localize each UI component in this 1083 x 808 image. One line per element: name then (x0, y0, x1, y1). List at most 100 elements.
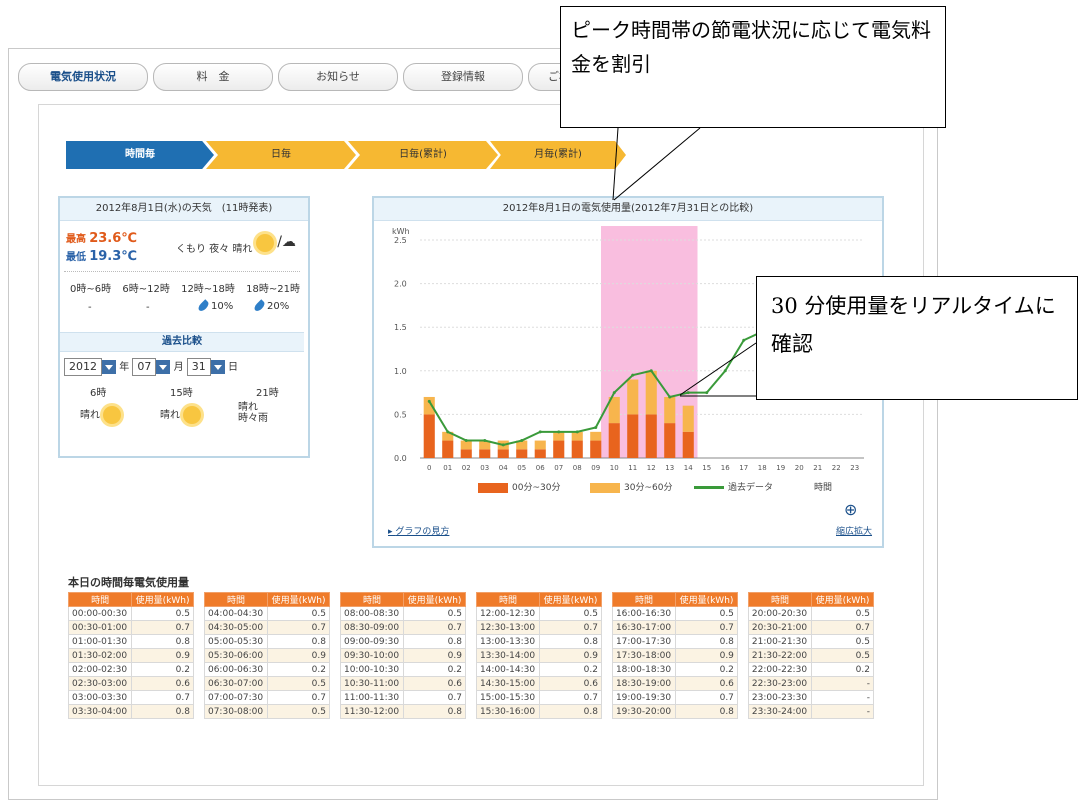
y-tick-label: 0.5 (394, 410, 407, 419)
past-data-point (742, 338, 746, 342)
legend-item-0: 00分~30分 (478, 480, 560, 493)
usage-cell: 0.5 (811, 634, 874, 649)
x-tick-label: 0 (427, 464, 431, 472)
column-gap (193, 690, 205, 705)
bar-00-30 (460, 449, 472, 458)
month-dropdown-icon[interactable] (156, 360, 171, 374)
time-cell: 09:00-09:30 (339, 634, 405, 649)
tab-notices[interactable]: お知らせ (278, 63, 398, 91)
time-cell: 05:00-05:30 (203, 634, 269, 649)
column-gap (465, 592, 477, 607)
column-gap (601, 690, 613, 705)
time-cell: 12:30-13:00 (475, 620, 541, 635)
x-tick-label: 17 (739, 464, 748, 472)
column-gap (193, 634, 205, 649)
x-tick-label: 02 (462, 464, 471, 472)
period-steps: 時間毎 日毎 日毎(累計) 月毎(累計) (66, 141, 626, 169)
month-select[interactable]: 07 (132, 358, 157, 376)
step-monthly-cumulative[interactable]: 月毎(累計) (490, 141, 626, 169)
temp-low: 最低 19.3℃ (66, 248, 137, 264)
table-row: 02:00-02:30 0.2 06:00-06:30 0.2 10:00-10:30 0… (67, 662, 874, 677)
column-gap (601, 662, 613, 677)
column-gap (329, 634, 341, 649)
tab-registration[interactable]: 登録情報 (403, 63, 523, 91)
past-data-point (612, 391, 616, 395)
usage-cell: 0.6 (675, 676, 738, 691)
column-gap (329, 662, 341, 677)
step-daily[interactable]: 日毎 (206, 141, 356, 169)
day-unit: 日 (227, 362, 238, 373)
usage-table: 時間 使用量(kWh) 時間 使用量(kWh) 時間 使用量(kWh) 時間 使用量(kWh)… (67, 592, 874, 719)
usage-cell: 0.7 (267, 690, 330, 705)
usage-cell: 0.7 (539, 690, 602, 705)
high-value: 23.6℃ (89, 231, 138, 246)
x-tick-label: 20 (795, 464, 804, 472)
time-cell: 03:30-04:00 (67, 704, 133, 719)
x-tick-label: 11 (628, 464, 637, 472)
column-gap (193, 676, 205, 691)
usage-cell: 0.8 (131, 704, 194, 719)
past-data-point (427, 399, 431, 403)
graph-help-link[interactable]: ▸ グラフの見方 (388, 524, 449, 537)
bar-30-60 (664, 396, 676, 424)
usage-cell: 0.2 (539, 662, 602, 677)
usage-cell: 0.8 (539, 634, 602, 649)
past-data-point (520, 439, 524, 443)
time-cell: 13:30-14:00 (475, 648, 541, 663)
column-gap (737, 592, 749, 607)
step-hourly[interactable]: 時間毎 (66, 141, 214, 169)
sun-cloud-icon: /☁ (256, 234, 296, 252)
column-gap (329, 592, 341, 607)
header-time: 時間 (611, 592, 677, 607)
usage-cell: 0.2 (675, 662, 738, 677)
day-select[interactable]: 31 (186, 358, 211, 376)
column-gap (601, 676, 613, 691)
date-selector: 2012 年 07 月 31 日 (64, 358, 238, 376)
past-data-point (483, 439, 487, 443)
time-cell: 12:00-12:30 (475, 606, 541, 621)
y-tick-label: 1.5 (394, 323, 407, 332)
year-select[interactable]: 2012 (64, 358, 102, 376)
usage-cell: 0.7 (675, 690, 738, 705)
realtime-callout: 30 分使用量をリアルタイムに確認 (756, 276, 1078, 400)
column-gap (737, 662, 749, 677)
tab-usage[interactable]: 電気使用状況 (18, 63, 148, 91)
usage-cell: 0.7 (403, 690, 466, 705)
column-gap (601, 620, 613, 635)
bar-00-30 (534, 449, 546, 458)
usage-cell: 0.9 (403, 648, 466, 663)
bar-00-30 (590, 440, 602, 458)
zoom-icon[interactable]: ⊕ (844, 500, 857, 519)
period-value-1: - (146, 302, 150, 313)
column-gap (329, 704, 341, 719)
forecast-text: くもり 夜々 晴れ (176, 244, 253, 255)
bar-00-30 (442, 440, 454, 458)
raindrop-icon (196, 299, 211, 313)
column-gap (465, 648, 477, 663)
weather-title: 2012年8月1日(水)の天気 (11時発表) (60, 198, 308, 221)
usage-cell: 0.6 (403, 676, 466, 691)
time-cell: 18:00-18:30 (611, 662, 677, 677)
past-time-1: 15時 (170, 388, 193, 399)
x-axis-label: 時間 (814, 483, 833, 493)
time-cell: 00:30-01:00 (67, 620, 133, 635)
year-unit: 年 (119, 362, 130, 373)
step-daily-cumulative[interactable]: 日毎(累計) (348, 141, 498, 169)
usage-cell: 0.7 (131, 690, 194, 705)
column-gap (737, 620, 749, 635)
past-data-point (594, 425, 598, 429)
usage-cell: 0.5 (131, 606, 194, 621)
time-cell: 04:30-05:00 (203, 620, 269, 635)
usage-cell: 0.9 (131, 648, 194, 663)
time-cell: 01:00-01:30 (67, 634, 133, 649)
header-usage: 使用量(kWh) (539, 592, 602, 607)
x-tick-label: 19 (776, 464, 785, 472)
zoom-link[interactable]: 縮広拡大 (836, 524, 872, 537)
usage-cell: - (811, 676, 874, 691)
header-time: 時間 (339, 592, 405, 607)
x-tick-label: 12 (647, 464, 656, 472)
day-dropdown-icon[interactable] (210, 360, 225, 374)
year-dropdown-icon[interactable] (102, 360, 116, 374)
time-cell: 21:00-21:30 (747, 634, 813, 649)
tab-fees[interactable]: 料 金 (153, 63, 273, 91)
